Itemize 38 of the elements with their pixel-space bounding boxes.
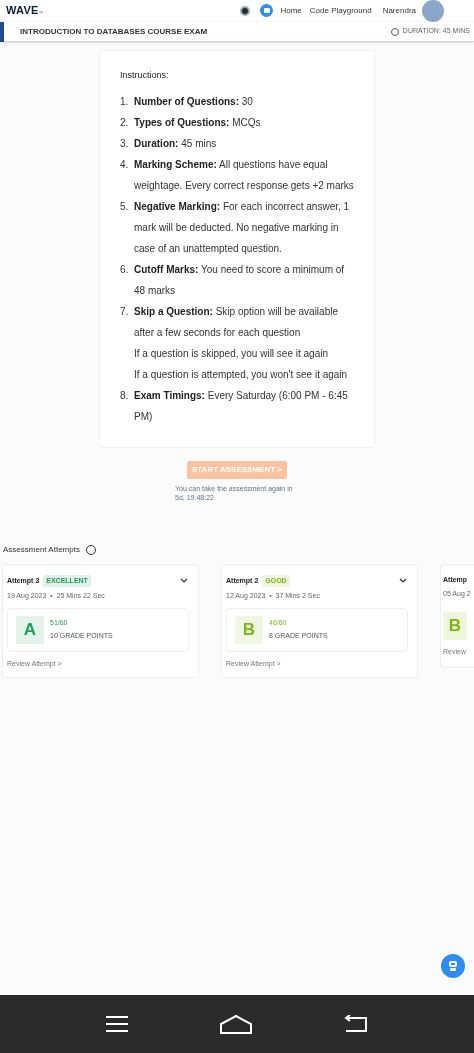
- robot-icon: [447, 960, 459, 972]
- home-icon[interactable]: [219, 1014, 253, 1034]
- back-tab[interactable]: [0, 21, 4, 42]
- chevron-down-icon[interactable]: [399, 578, 407, 584]
- list-number: 6.: [120, 262, 130, 277]
- list-number: 2.: [120, 115, 130, 130]
- nav-link[interactable]: Code Playground: [309, 4, 372, 17]
- theme-toggle-icon[interactable]: [240, 5, 251, 16]
- robot-chat-button[interactable]: [441, 954, 465, 978]
- chat-icon[interactable]: [260, 4, 274, 17]
- instruction-text: Negative Marking: For each incorrect answer, 1 mark will be deducted. No negative marking in case of an unattempted question.: [134, 199, 351, 256]
- logo-text: WAVE: [6, 5, 39, 16]
- instruction-text: Cutoff Marks: You need to score a minimum of 48 marks: [134, 262, 346, 298]
- instruction-note: If a question is attempted, you won't see it again: [134, 367, 349, 382]
- back-icon[interactable]: [344, 1015, 369, 1033]
- list-number: 1.: [120, 94, 130, 109]
- list-number: 3.: [120, 136, 130, 151]
- instruction-text: Number of Questions: 30: [134, 94, 254, 109]
- list-number: 8.: [120, 388, 130, 403]
- user-name: Narendra: [382, 4, 416, 17]
- instruction-text: Types of Questions: MCQs: [134, 115, 262, 130]
- nav-link[interactable]: Home: [280, 4, 302, 17]
- list-number: 4.: [120, 157, 130, 172]
- grade-letter: A: [16, 615, 44, 644]
- instructions-heading: Instructions:: [120, 69, 170, 82]
- list-number: 7.: [120, 304, 130, 319]
- list-number: 5.: [120, 199, 130, 214]
- section-heading: Assessment Attempts: [3, 543, 80, 556]
- instruction-text: Duration: 45 mins: [134, 136, 218, 151]
- chevron-down-icon[interactable]: [180, 578, 188, 584]
- instruction-text: Skip a Question: Skip option will be available after a few seconds for each question: [134, 304, 339, 340]
- instruction-text: Exam Timings: Every Saturday (6:00 PM - 6:45 PM): [134, 388, 349, 424]
- grade-letter: B: [235, 615, 263, 644]
- instruction-text: Marking Scheme: All questions have equal weightage. Every correct response gets +2 marks: [134, 157, 355, 193]
- grade-letter: B: [443, 611, 467, 640]
- menu-icon[interactable]: [105, 1015, 128, 1033]
- exam-title: INTRODUCTION TO DATABASES COURSE EXAM: [20, 25, 208, 38]
- instruction-note: If a question is skipped, you will see it again: [134, 346, 329, 361]
